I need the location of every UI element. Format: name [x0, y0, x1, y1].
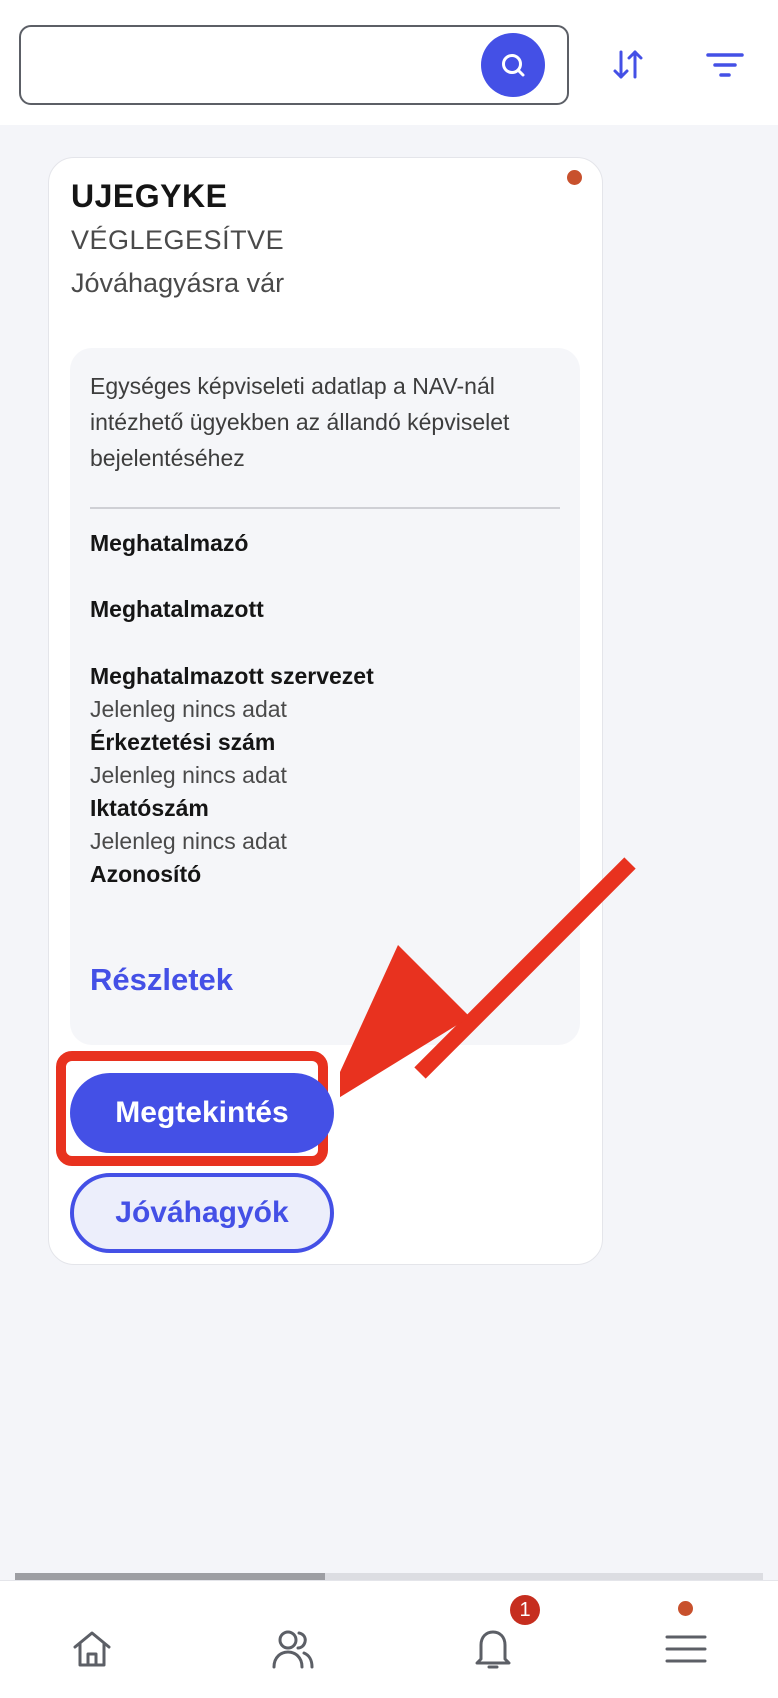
approvers-button[interactable]: Jóváhagyók — [70, 1173, 334, 1253]
nav-home[interactable] — [62, 1619, 122, 1679]
scrollbar-thumb[interactable] — [15, 1573, 325, 1580]
card-substatus: Jóváhagyásra vár — [71, 268, 285, 298]
field-label-erkeztetesi-szam: Érkeztetési szám — [90, 729, 276, 755]
sort-arrows-icon — [613, 50, 643, 79]
hamburger-menu-icon — [665, 1635, 707, 1663]
filter-button[interactable] — [703, 45, 747, 85]
field-label-szervezet: Meghatalmazott szervezet — [90, 663, 374, 689]
search-icon — [502, 54, 525, 77]
field-label-azonosito: Azonosító — [90, 861, 202, 887]
field-value-iktatoszam: Jelenleg nincs adat — [90, 828, 287, 854]
nav-notifications[interactable] — [463, 1619, 523, 1679]
nav-menu[interactable] — [656, 1619, 716, 1679]
home-icon — [73, 1631, 111, 1667]
bottom-navigation: 1 — [0, 1580, 778, 1698]
menu-unread-dot — [678, 1601, 693, 1616]
bell-icon — [475, 1630, 511, 1669]
field-value-erkeztetesi-szam: Jelenleg nincs adat — [90, 762, 287, 788]
search-button[interactable] — [481, 33, 545, 97]
divider — [90, 507, 560, 509]
sort-button[interactable] — [606, 45, 650, 85]
unread-dot — [567, 170, 582, 185]
field-label-meghatalmazo: Meghatalmazó — [90, 530, 249, 556]
view-button[interactable]: Megtekintés — [70, 1073, 334, 1153]
field-value-szervezet: Jelenleg nincs adat — [90, 696, 287, 722]
annotation-arrow-icon — [340, 857, 636, 1098]
card-description: Egységes képviseleti adatlap a NAV-nál i… — [90, 373, 510, 471]
people-icon — [272, 1630, 314, 1669]
card-status: VÉGLEGESÍTVE — [71, 225, 285, 255]
nav-people[interactable] — [263, 1619, 323, 1679]
main-content: UJEGYKE VÉGLEGESÍTVE Jóváhagyásra vár Eg… — [0, 125, 778, 1580]
notification-badge: 1 — [510, 1595, 540, 1625]
search-input[interactable] — [19, 25, 569, 105]
field-label-meghatalmazott: Meghatalmazott — [90, 596, 264, 622]
field-label-iktatoszam: Iktatószám — [90, 795, 209, 821]
filter-icon — [706, 53, 744, 77]
details-link[interactable]: Részletek — [90, 962, 233, 998]
top-bar — [0, 0, 778, 125]
card-title: UJEGYKE — [71, 178, 228, 214]
